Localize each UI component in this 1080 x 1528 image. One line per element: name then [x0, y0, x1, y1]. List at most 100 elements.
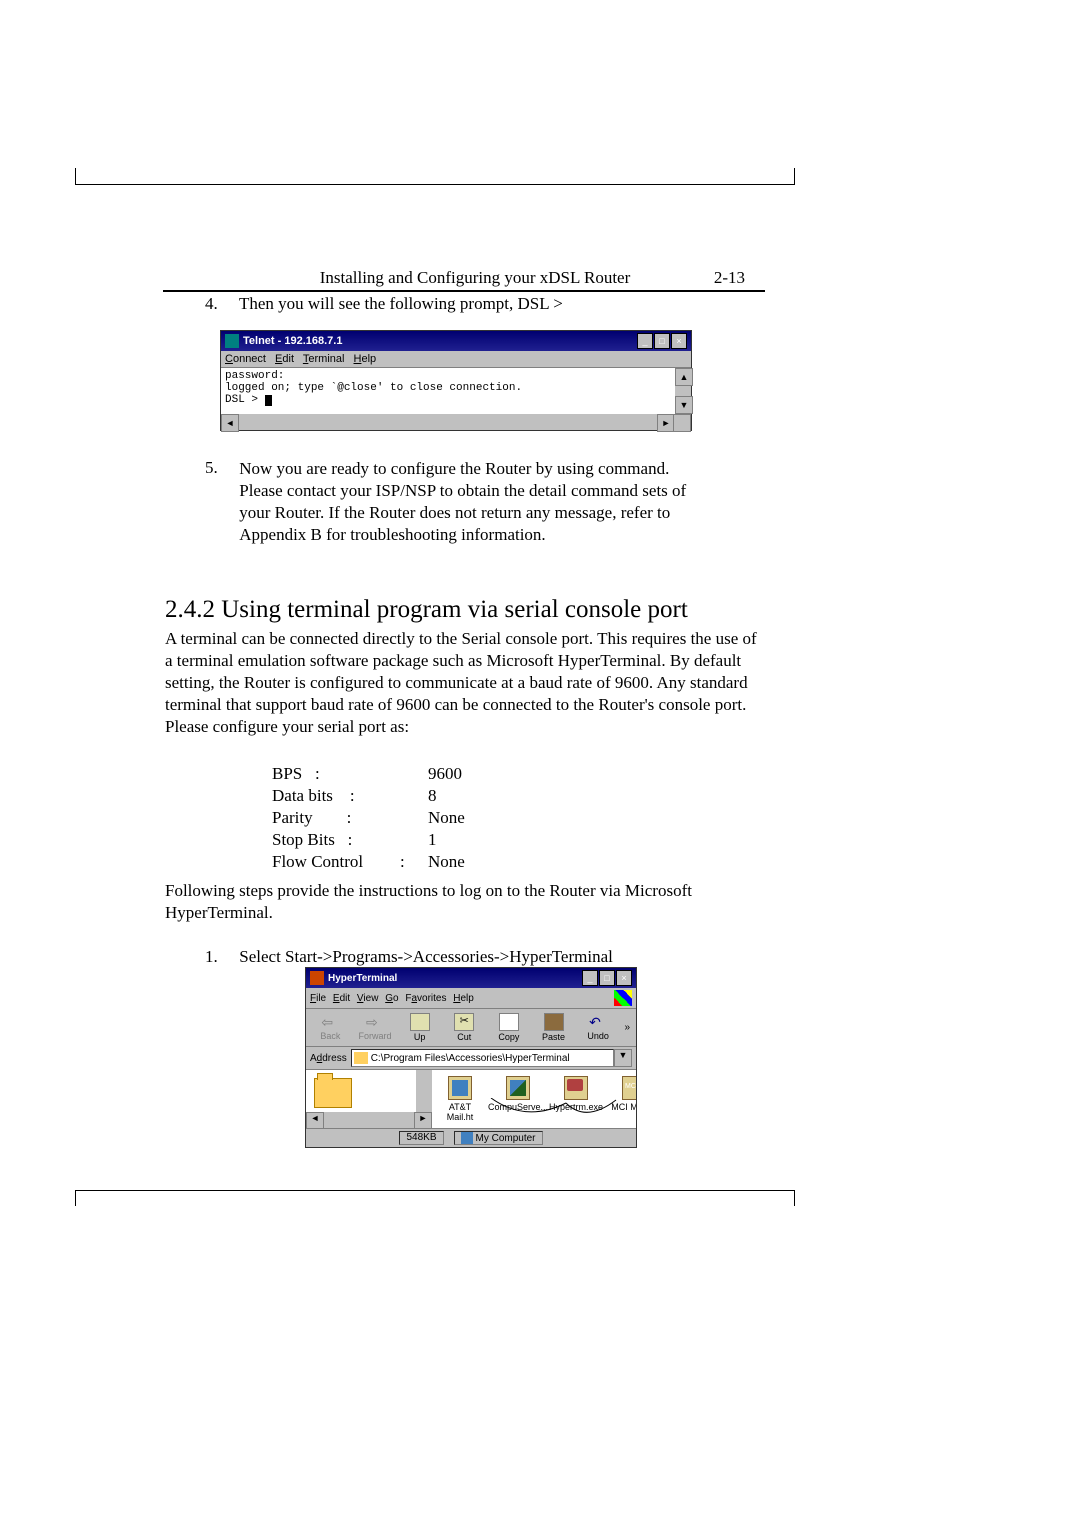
left-pane-vertical-scrollbar[interactable]	[416, 1070, 432, 1112]
undo-button[interactable]: Undo	[580, 1014, 617, 1041]
setting-label: Flow Control	[272, 852, 398, 872]
file-compuserve[interactable]: CompuServe...	[494, 1076, 542, 1122]
setting-value: 9600	[428, 764, 514, 784]
step-number: 4.	[205, 294, 235, 314]
scroll-left-icon[interactable]: ◄	[221, 414, 239, 432]
forward-button[interactable]: Forward	[357, 1014, 394, 1041]
hyperterminal-app-icon	[310, 971, 324, 985]
menu-help[interactable]: Help	[354, 353, 377, 365]
left-pane-horizontal-scrollbar[interactable]: ◄ ►	[306, 1112, 432, 1128]
crop-tick	[794, 168, 795, 184]
section-heading: 2.4.2 Using terminal program via serial …	[165, 596, 765, 624]
scroll-up-icon[interactable]: ▲	[675, 368, 693, 386]
close-button[interactable]: ×	[671, 333, 687, 349]
table-row: BPS : 9600	[272, 764, 514, 784]
file-hypertrm-exe[interactable]: Hypertrm.exe	[552, 1076, 600, 1122]
step-text: Then you will see the following prompt, …	[239, 294, 563, 313]
crop-tick	[75, 1190, 76, 1206]
my-computer-icon	[461, 1132, 473, 1144]
address-dropdown-icon[interactable]: ▼	[614, 1049, 632, 1067]
terminal-cursor	[265, 395, 272, 406]
file-mci-mail[interactable]: MCI Mail.ht	[610, 1076, 636, 1122]
address-bar: Address C:\Program Files\Accessories\Hyp…	[306, 1047, 636, 1070]
top-page-rule	[75, 184, 795, 185]
menu-terminal[interactable]: Terminal	[303, 353, 345, 365]
setting-label: BPS :	[272, 764, 398, 784]
maximize-button[interactable]: □	[599, 970, 615, 986]
step-1: 1. Select Start->Programs->Accessories->…	[205, 947, 765, 967]
ht-file-icon	[448, 1076, 472, 1100]
cut-button[interactable]: Cut	[446, 1013, 483, 1042]
menu-edit[interactable]: Edit	[333, 993, 350, 1004]
header-underline	[163, 290, 765, 292]
step-4: 4. Then you will see the following promp…	[205, 294, 765, 314]
hyper-titlebar[interactable]: HyperTerminal _ □ ×	[306, 968, 636, 988]
resize-grip-icon[interactable]	[673, 414, 691, 432]
minimize-button[interactable]: _	[637, 333, 653, 349]
ht-file-icon	[622, 1076, 636, 1100]
folder-content-pane[interactable]: HyperTerm... ◄ ► AT&T Mail.ht CompuServe…	[306, 1070, 636, 1128]
ht-file-icon	[506, 1076, 530, 1100]
menu-file[interactable]: File	[310, 993, 326, 1004]
telnet-menubar[interactable]: Connect Edit Terminal Help	[221, 351, 691, 368]
step-text: Select Start->Programs->Accessories->Hyp…	[239, 947, 613, 966]
address-path-input[interactable]: C:\Program Files\Accessories\HyperTermin…	[351, 1049, 614, 1067]
clipboard-icon	[544, 1013, 564, 1031]
vertical-scrollbar[interactable]: ▲ ▼	[675, 368, 691, 414]
section-body: A terminal can be connected directly to …	[165, 628, 765, 738]
step-5: 5. Now you are ready to configure the Ro…	[205, 458, 765, 546]
page-header-title: Installing and Configuring your xDSL Rou…	[265, 268, 685, 288]
menu-help[interactable]: Help	[453, 993, 474, 1004]
telnet-titlebar[interactable]: Telnet - 192.168.7.1 _ □ ×	[221, 331, 691, 351]
telnet-title-text: Telnet - 192.168.7.1	[243, 335, 637, 347]
telnet-app-icon	[225, 334, 239, 348]
windows-logo-icon	[614, 990, 632, 1006]
folder-up-icon	[410, 1013, 430, 1031]
hyper-title-text: HyperTerminal	[328, 973, 582, 984]
horizontal-scrollbar[interactable]: ◄ ►	[221, 414, 691, 430]
setting-value: None	[428, 852, 514, 872]
telnet-window: Telnet - 192.168.7.1 _ □ × Connect Edit …	[220, 330, 692, 431]
step-number: 5.	[205, 458, 235, 478]
hyper-menubar[interactable]: File Edit View Go Favorites Help	[306, 988, 636, 1009]
menu-view[interactable]: View	[357, 993, 379, 1004]
setting-value: 8	[428, 786, 514, 806]
hyperterminal-window: HyperTerminal _ □ × File Edit View Go Fa…	[305, 967, 637, 1148]
paste-button[interactable]: Paste	[535, 1013, 572, 1042]
crop-tick	[794, 1190, 795, 1206]
up-button[interactable]: Up	[401, 1013, 438, 1042]
minimize-button[interactable]: _	[582, 970, 598, 986]
back-button[interactable]: Back	[312, 1014, 349, 1041]
serial-port-settings: BPS : 9600 Data bits : 8 Parity : None S…	[270, 762, 516, 874]
table-row: Flow Control : None	[272, 852, 514, 872]
open-folder-icon	[314, 1078, 352, 1108]
exe-file-icon	[564, 1076, 588, 1100]
file-att-mail[interactable]: AT&T Mail.ht	[436, 1076, 484, 1122]
scissors-icon	[454, 1013, 474, 1031]
copy-button[interactable]: Copy	[491, 1013, 528, 1042]
setting-value: 1	[428, 830, 514, 850]
setting-label: Data bits :	[272, 786, 398, 806]
setting-value: None	[428, 808, 514, 828]
menu-favorites[interactable]: Favorites	[405, 993, 446, 1004]
telnet-terminal-body[interactable]: password: logged on; type `@close' to cl…	[221, 368, 691, 414]
table-row: Parity : None	[272, 808, 514, 828]
step-text: Now you are ready to configure the Route…	[239, 458, 699, 546]
menu-connect[interactable]: Connect	[225, 353, 266, 365]
menu-go[interactable]: Go	[385, 993, 398, 1004]
table-row: Stop Bits : 1	[272, 830, 514, 850]
toolbar-overflow-icon[interactable]: »	[624, 1022, 630, 1033]
hyper-toolbar: Back Forward Up Cut Copy Paste Undo »	[306, 1009, 636, 1047]
table-row: Data bits : 8	[272, 786, 514, 806]
maximize-button[interactable]: □	[654, 333, 670, 349]
undo-icon	[589, 1014, 607, 1030]
folder-icon	[354, 1052, 368, 1064]
close-button[interactable]: ×	[616, 970, 632, 986]
menu-edit[interactable]: Edit	[275, 353, 294, 365]
scroll-left-icon[interactable]: ◄	[306, 1112, 324, 1128]
crop-tick	[75, 168, 76, 184]
setting-label: Stop Bits :	[272, 830, 398, 850]
scroll-down-icon[interactable]: ▼	[675, 396, 693, 414]
scroll-right-icon[interactable]: ►	[414, 1112, 432, 1128]
status-location: My Computer	[454, 1131, 543, 1145]
